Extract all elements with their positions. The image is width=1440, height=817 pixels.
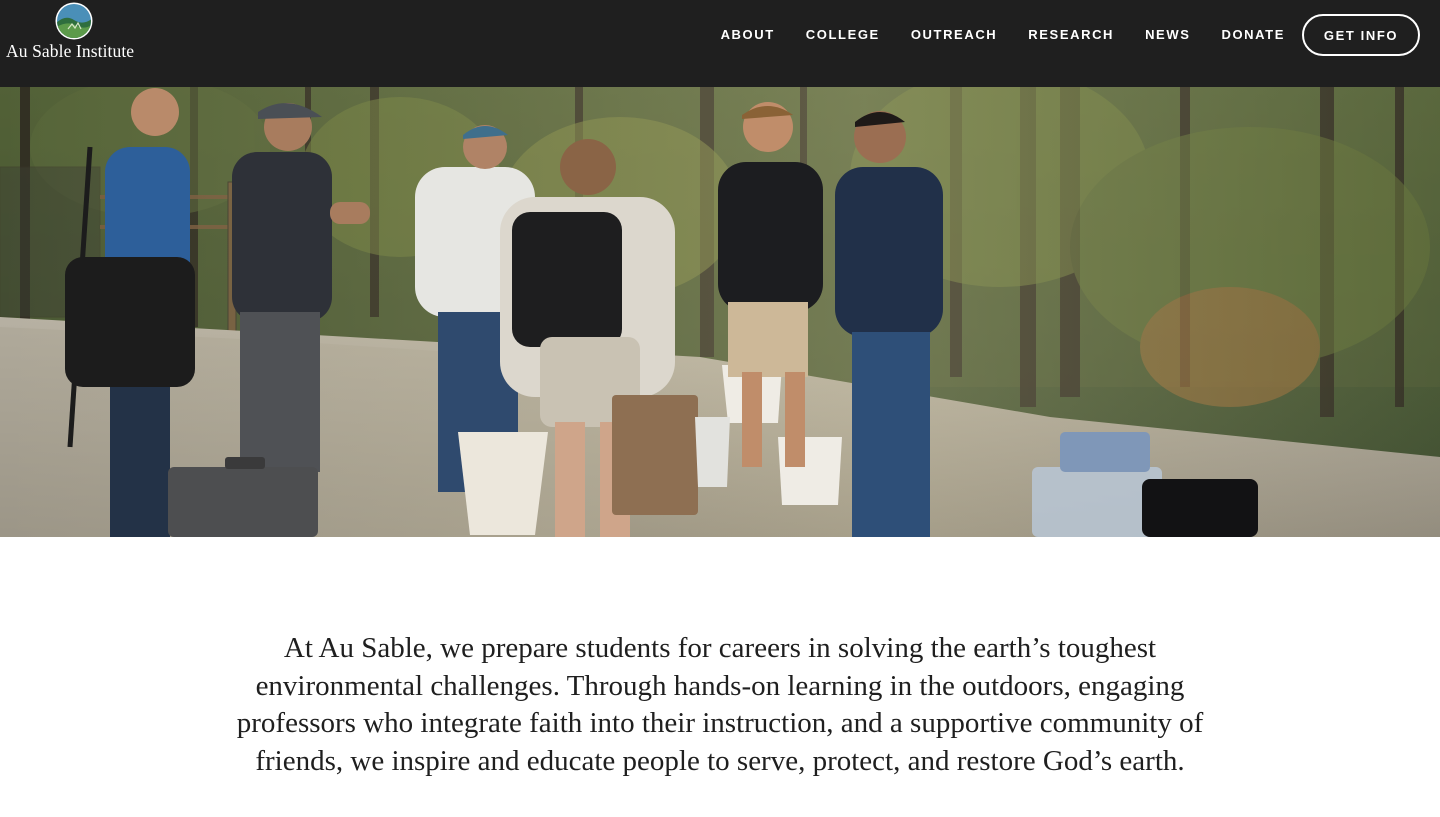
main-nav: ABOUT COLLEGE OUTREACH RESEARCH NEWS DON… (690, 26, 1285, 44)
leaf-hill-badge-icon (55, 2, 93, 40)
nav-item-outreach[interactable]: OUTREACH (911, 26, 997, 44)
nav-item-college[interactable]: COLLEGE (806, 26, 880, 44)
logo-link[interactable]: Au Sable Institute (6, 2, 148, 64)
site-header: Au Sable Institute ABOUT COLLEGE OUTREAC… (0, 0, 1440, 87)
nav-item-about[interactable]: ABOUT (721, 26, 775, 44)
intro-paragraph: At Au Sable, we prepare students for car… (236, 632, 1204, 777)
nav-item-news[interactable]: NEWS (1145, 26, 1190, 44)
hero-image (0, 87, 1440, 537)
nav-item-donate[interactable]: DONATE (1221, 26, 1285, 44)
get-info-button[interactable]: GET INFO (1302, 14, 1420, 56)
nav-item-research[interactable]: RESEARCH (1028, 26, 1114, 44)
brand-name: Au Sable Institute (6, 41, 135, 61)
hero-photo-illustration (0, 87, 1440, 537)
